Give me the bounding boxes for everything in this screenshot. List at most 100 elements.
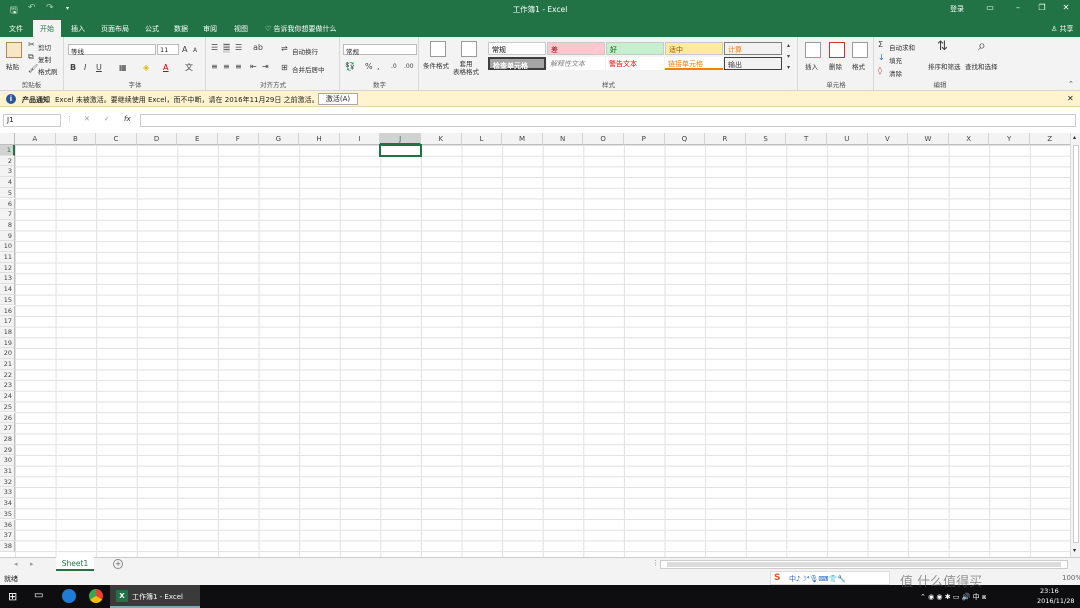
close-button[interactable]: ✕ <box>1056 3 1076 12</box>
column-header[interactable]: O <box>583 133 624 145</box>
comma-icon[interactable]: , <box>377 62 380 72</box>
restore-button[interactable]: ❐ <box>1032 3 1052 12</box>
row-header[interactable]: 4 <box>0 177 15 188</box>
next-sheet-icon[interactable]: ▸ <box>30 560 34 568</box>
row-header[interactable]: 32 <box>0 476 15 488</box>
cell-style-option[interactable]: 解释性文本 <box>547 57 605 70</box>
row-header[interactable]: 29 <box>0 444 15 456</box>
column-header[interactable]: V <box>867 133 909 145</box>
share-button[interactable]: ♙ 共享 <box>1046 22 1079 36</box>
increase-indent-icon[interactable]: ⇥ <box>262 62 269 72</box>
select-all-corner[interactable] <box>0 133 15 145</box>
align-middle-icon[interactable]: ☰ <box>223 43 231 53</box>
sort-filter-button[interactable]: 排序和筛选 <box>928 61 961 71</box>
tab-page-layout[interactable]: 页面布局 <box>96 22 134 36</box>
collapse-ribbon-icon[interactable]: ⌃ <box>1068 79 1074 89</box>
orientation-icon[interactable]: ab <box>253 43 263 53</box>
delete-cells-button[interactable]: 删除 <box>829 61 842 71</box>
cell-style-option[interactable]: 差 <box>547 42 605 55</box>
cell-style-option[interactable]: 链接单元格 <box>665 57 723 70</box>
add-sheet-button[interactable]: + <box>113 559 123 569</box>
paste-button[interactable]: 粘贴 <box>6 61 19 71</box>
insert-cells-button[interactable]: 插入 <box>805 61 818 71</box>
cell-style-option[interactable]: 警告文本 <box>606 57 664 70</box>
column-header[interactable]: S <box>745 133 787 145</box>
scroll-down-icon[interactable]: ▾ <box>1073 547 1076 554</box>
search-app-icon[interactable] <box>62 589 76 603</box>
column-header[interactable]: A <box>15 133 56 145</box>
format-cells-button[interactable]: 格式 <box>852 61 865 71</box>
sheet-tab-sheet1[interactable]: Sheet1 <box>56 557 94 571</box>
formula-input[interactable] <box>140 114 1076 127</box>
column-header[interactable]: P <box>624 133 665 145</box>
row-header[interactable]: 1 <box>0 145 15 156</box>
align-top-icon[interactable]: ☰ <box>211 43 218 53</box>
row-header[interactable]: 9 <box>0 230 15 242</box>
increase-decimal-icon[interactable]: .0 <box>391 62 397 72</box>
ribbon-display-icon[interactable]: ▭ <box>980 3 1000 12</box>
row-header[interactable]: 28 <box>0 433 15 445</box>
column-header[interactable]: M <box>502 133 543 145</box>
row-header[interactable]: 5 <box>0 187 15 199</box>
decrease-indent-icon[interactable]: ⇤ <box>250 62 257 72</box>
row-header[interactable]: 10 <box>0 241 15 252</box>
close-notice-icon[interactable]: ✕ <box>1067 94 1074 103</box>
column-header[interactable]: X <box>948 133 990 145</box>
tab-review[interactable]: 审阅 <box>198 22 222 36</box>
activate-button[interactable]: 激活(A) <box>318 93 358 105</box>
task-view-icon[interactable]: ▭ <box>34 590 43 601</box>
row-header[interactable]: 35 <box>0 508 15 520</box>
border-icon[interactable]: ▦ <box>119 63 127 73</box>
cut-icon[interactable]: ✂ <box>28 40 35 50</box>
row-header[interactable]: 25 <box>0 401 15 413</box>
column-header[interactable]: R <box>705 133 746 145</box>
shrink-font-icon[interactable]: A <box>193 46 197 56</box>
minimize-button[interactable]: – <box>1008 3 1028 12</box>
bold-button[interactable]: B <box>70 63 76 73</box>
row-header[interactable]: 18 <box>0 326 15 338</box>
row-header[interactable]: 31 <box>0 466 15 477</box>
cell-style-option[interactable]: 常规 <box>488 42 546 55</box>
row-header[interactable]: 11 <box>0 252 15 263</box>
column-header[interactable]: N <box>542 133 584 145</box>
row-header[interactable]: 19 <box>0 337 15 349</box>
login-link[interactable]: 登录 <box>950 4 964 14</box>
row-header[interactable]: 34 <box>0 498 15 509</box>
column-header[interactable]: Y <box>989 133 1030 145</box>
format-as-table-icon[interactable] <box>461 41 477 57</box>
sheet-splitter-icon[interactable]: ⋮ <box>652 559 659 567</box>
row-header[interactable]: 20 <box>0 348 15 359</box>
column-header[interactable]: C <box>96 133 137 145</box>
format-as-table-button[interactable]: 套用 表格格式 <box>453 60 479 76</box>
column-header[interactable]: L <box>461 133 503 145</box>
tell-me-box[interactable]: ♡ 告诉我你想要做什么 <box>260 22 342 36</box>
cell-area[interactable] <box>15 144 1070 557</box>
row-header[interactable]: 14 <box>0 284 15 295</box>
row-header[interactable]: 15 <box>0 294 15 306</box>
copy-button[interactable]: 复制 <box>38 54 51 64</box>
row-header[interactable]: 26 <box>0 412 15 424</box>
tab-insert[interactable]: 插入 <box>66 22 90 36</box>
taskbar-excel-button[interactable]: X 工作簿1 - Excel <box>110 585 200 608</box>
worksheet-grid[interactable]: ABCDEFGHIJKLMNOPQRSTUVWXYZ 1 2 3 4 5 6 7 8 9 10 11… <box>0 133 1070 557</box>
clear-button[interactable]: 清除 <box>889 68 902 78</box>
row-header[interactable]: 8 <box>0 219 15 231</box>
column-header[interactable]: K <box>421 133 462 145</box>
tab-view[interactable]: 视图 <box>229 22 253 36</box>
taskbar-date[interactable]: 2016/11/28 <box>1037 597 1074 605</box>
tray-icons[interactable]: ⌃ ◉ ◉ ✱ ▭ 🔊 中 ⧈ <box>920 592 986 602</box>
font-name-select[interactable]: 等线 <box>68 44 156 56</box>
underline-button[interactable]: U <box>96 63 102 73</box>
cell-style-option[interactable]: 适中 <box>665 42 723 55</box>
enter-formula-icon[interactable]: ✓ <box>104 115 110 123</box>
row-header[interactable]: 12 <box>0 262 15 274</box>
column-header[interactable]: U <box>827 133 868 145</box>
percent-button[interactable]: % <box>365 62 373 72</box>
name-box[interactable]: J1 <box>3 114 61 127</box>
horizontal-scrollbar[interactable] <box>660 560 1068 569</box>
column-header[interactable]: I <box>339 133 381 145</box>
row-header[interactable]: 17 <box>0 316 15 327</box>
autosum-button[interactable]: 自动求和 <box>889 42 915 52</box>
row-header[interactable]: 7 <box>0 209 15 220</box>
row-header[interactable]: 24 <box>0 391 15 402</box>
